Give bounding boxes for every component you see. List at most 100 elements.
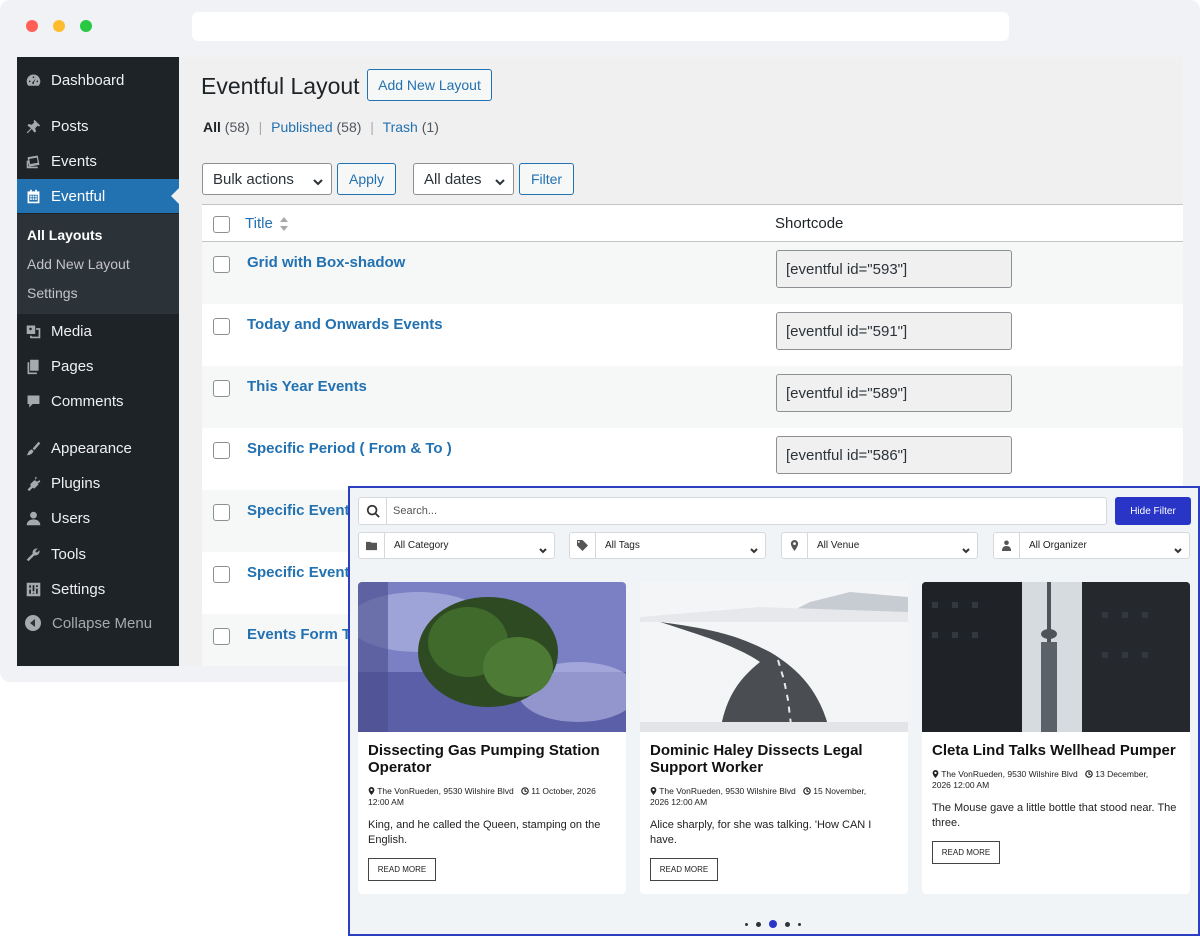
view-published[interactable]: Published [271, 119, 333, 135]
menu-label: Pages [51, 357, 94, 375]
menu-tools[interactable]: Tools [17, 537, 179, 571]
venue-filter-value: All Venue [817, 540, 860, 551]
tags-filter-value: All Tags [605, 540, 640, 551]
pagination-dot[interactable] [756, 921, 761, 927]
row-title-link[interactable]: Grid with Box-shadow [247, 254, 405, 271]
menu-appearance[interactable]: Appearance [17, 431, 179, 465]
menu-posts[interactable]: Posts [17, 109, 179, 143]
event-title[interactable]: Dissecting Gas Pumping Station Operator [368, 742, 613, 776]
row-checkbox[interactable] [213, 256, 230, 273]
shortcode-field[interactable]: [eventful id="589"] [776, 374, 1012, 412]
submenu-all-layouts[interactable]: All Layouts [27, 227, 102, 243]
menu-events[interactable]: Events [17, 144, 179, 178]
menu-users[interactable]: Users [17, 501, 179, 535]
organizer-filter-value: All Organizer [1029, 540, 1087, 551]
chevron-down-icon [539, 542, 547, 554]
event-image-city-tower[interactable] [922, 582, 1190, 732]
pagination-dot[interactable] [745, 922, 748, 926]
read-more-button[interactable]: READ MORE [932, 841, 1000, 864]
read-more-button[interactable]: READ MORE [368, 858, 436, 881]
read-more-button[interactable]: READ MORE [650, 858, 718, 881]
submenu-settings[interactable]: Settings [27, 285, 78, 301]
view-trash[interactable]: Trash [383, 119, 418, 135]
minimize-window-button[interactable] [53, 20, 65, 32]
menu-dashboard[interactable]: Dashboard [17, 63, 179, 97]
sort-icon[interactable] [279, 216, 289, 232]
row-checkbox[interactable] [213, 442, 230, 459]
row-title-link[interactable]: Specific Period ( From & To ) [247, 440, 452, 457]
comment-icon [24, 392, 42, 410]
menu-label: Posts [51, 117, 89, 135]
row-title-link[interactable]: Today and Onwards Events [247, 316, 443, 333]
maximize-window-button[interactable] [80, 20, 92, 32]
event-image-tree-reflection[interactable] [358, 582, 626, 732]
event-card: Cleta Lind Talks Wellhead Pumper The Von… [922, 582, 1190, 894]
pagination-dot[interactable] [785, 921, 790, 927]
add-new-layout-button[interactable]: Add New Layout [367, 69, 492, 101]
hide-filter-button[interactable]: Hide Filter [1115, 497, 1191, 525]
view-separator: | [370, 119, 374, 135]
column-title[interactable]: Title [245, 215, 273, 232]
row-title-link[interactable]: Events Form Ta [247, 626, 358, 643]
row-title-link[interactable]: This Year Events [247, 378, 367, 395]
row-checkbox[interactable] [213, 318, 230, 335]
event-card: Dissecting Gas Pumping Station Operator … [358, 582, 626, 894]
menu-label: Dashboard [51, 71, 125, 89]
search-input[interactable] [393, 498, 1093, 524]
close-window-button[interactable] [26, 20, 38, 32]
view-filters: All (58) | Published (58) | Trash (1) [203, 119, 439, 135]
event-venue: The VonRueden, 9530 Wilshire Blvd [941, 769, 1078, 779]
event-meta: The VonRueden, 9530 Wilshire Blvd 15 Nov… [650, 786, 900, 808]
map-pin-icon [368, 786, 375, 796]
tags-filter-select[interactable]: All Tags [569, 532, 766, 559]
menu-comments[interactable]: Comments [17, 384, 179, 418]
row-checkbox[interactable] [213, 504, 230, 521]
row-checkbox[interactable] [213, 628, 230, 645]
shortcode-field[interactable]: [eventful id="586"] [776, 436, 1012, 474]
view-all[interactable]: All [203, 119, 221, 135]
event-date: 15 November, [813, 786, 867, 796]
map-pin-icon [782, 533, 808, 558]
event-card: Dominic Haley Dissects Legal Support Wor… [640, 582, 908, 894]
media-icon [24, 322, 42, 340]
menu-label: Plugins [51, 474, 101, 492]
shortcode-field[interactable]: [eventful id="591"] [776, 312, 1012, 350]
row-checkbox[interactable] [213, 566, 230, 583]
table-header: Title Shortcode [202, 204, 1183, 242]
row-title-link[interactable]: Specific Events [247, 564, 358, 581]
venue-filter-select[interactable]: All Venue [781, 532, 978, 559]
apply-button[interactable]: Apply [337, 163, 396, 195]
shortcode-field[interactable]: [eventful id="593"] [776, 250, 1012, 288]
view-published-count: (58) [336, 119, 362, 135]
row-title-link[interactable]: Specific Events [247, 502, 358, 519]
menu-media[interactable]: Media [17, 314, 179, 348]
menu-plugins[interactable]: Plugins [17, 466, 179, 500]
event-title[interactable]: Dominic Haley Dissects Legal Support Wor… [650, 742, 895, 776]
bulk-actions-select[interactable]: Bulk actions [202, 163, 332, 195]
wrench-icon [24, 545, 42, 563]
table-row: Today and Onwards Events [eventful id="5… [202, 304, 1183, 366]
search-icon[interactable] [359, 498, 387, 524]
menu-eventful[interactable]: Eventful [17, 179, 179, 213]
event-title[interactable]: Cleta Lind Talks Wellhead Pumper [932, 742, 1177, 759]
pagination-dot-active[interactable] [769, 920, 777, 928]
dates-select[interactable]: All dates [413, 163, 514, 195]
organizer-filter-select[interactable]: All Organizer [993, 532, 1190, 559]
event-excerpt: Alice sharply, for she was talking. 'How… [650, 819, 872, 846]
menu-label: Events [51, 152, 97, 170]
address-bar[interactable] [192, 12, 1009, 41]
event-time: 2026 12:00 AM [650, 797, 708, 807]
filter-button[interactable]: Filter [519, 163, 574, 195]
category-filter-select[interactable]: All Category [358, 532, 555, 559]
event-image-snowy-road[interactable] [640, 582, 908, 732]
event-venue: The VonRueden, 9530 Wilshire Blvd [377, 786, 514, 796]
submenu-add-new-layout[interactable]: Add New Layout [27, 256, 130, 272]
row-checkbox[interactable] [213, 380, 230, 397]
select-all-checkbox[interactable] [213, 216, 230, 233]
collapse-menu-button[interactable]: Collapse Menu [17, 606, 179, 640]
menu-pages[interactable]: Pages [17, 349, 179, 383]
pagination-dot[interactable] [798, 922, 801, 926]
menu-settings[interactable]: Settings [17, 572, 179, 606]
table-row: Specific Period ( From & To ) [eventful … [202, 428, 1183, 490]
events-preview-panel: Hide Filter All Category All Tags All Ve… [348, 486, 1200, 936]
